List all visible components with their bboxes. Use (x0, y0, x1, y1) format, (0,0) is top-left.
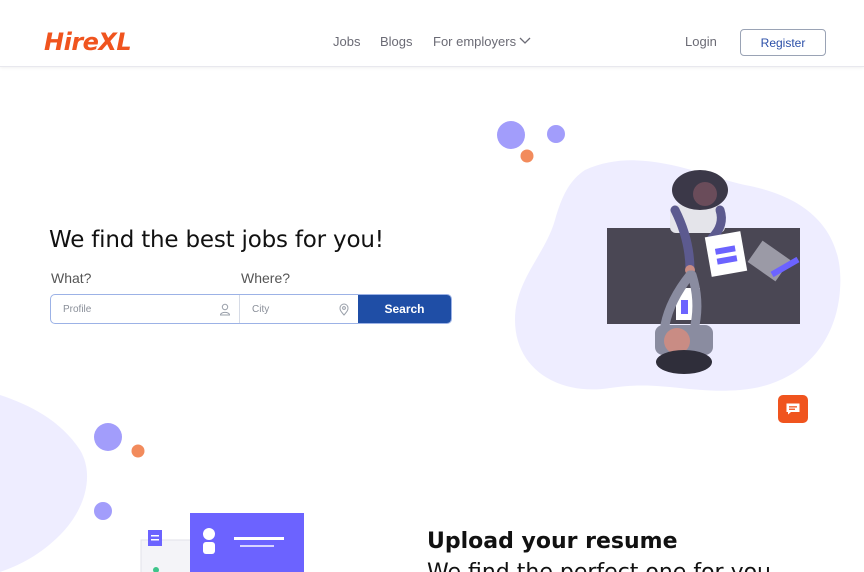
decor-dot (94, 502, 112, 520)
profile-field (51, 295, 240, 323)
resume-section-title: Upload your resume (427, 529, 678, 554)
city-field (240, 295, 358, 323)
nav-jobs[interactable]: Jobs (333, 34, 360, 49)
profile-input[interactable] (51, 295, 239, 323)
nav-blogs[interactable]: Blogs (380, 34, 413, 49)
decor-dot (94, 423, 122, 451)
decor-dot (547, 125, 565, 143)
header: HireXL Jobs Blogs For employers Login Re… (0, 0, 864, 67)
search-button[interactable]: Search (358, 295, 451, 323)
chevron-down-icon[interactable] (519, 35, 531, 45)
resume-section-subtitle: We find the perfect one for you (427, 560, 771, 572)
user-icon (219, 303, 231, 316)
logo[interactable]: HireXL (44, 28, 132, 56)
job-search-form: Search (50, 294, 452, 324)
hero-illustration (0, 121, 841, 572)
register-button[interactable]: Register (740, 29, 826, 56)
nav-for-employers[interactable]: For employers (433, 34, 516, 49)
chat-button[interactable] (778, 395, 808, 423)
where-label: Where? (241, 270, 291, 286)
chat-icon (786, 403, 800, 415)
login-link[interactable]: Login (685, 34, 717, 49)
what-label: What? (51, 270, 92, 286)
hero-title: We find the best jobs for you! (49, 227, 384, 253)
left-blob (0, 395, 88, 572)
location-pin-icon (339, 303, 349, 316)
decor-dot (520, 149, 534, 163)
decor-dot (497, 121, 525, 149)
decor-dot (131, 444, 145, 458)
